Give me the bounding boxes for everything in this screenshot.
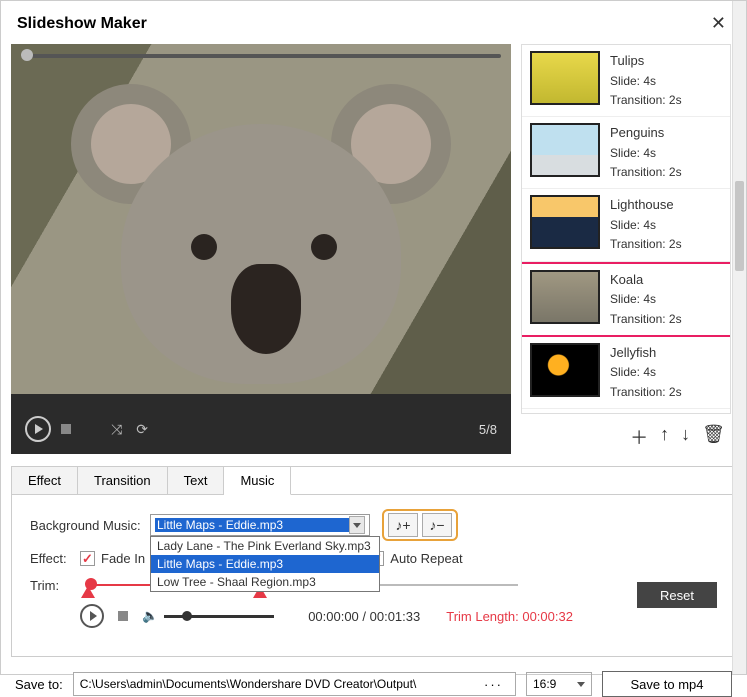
slide-thumbnail [530,51,600,105]
tab-music[interactable]: Music [224,467,291,495]
chevron-down-icon[interactable] [349,516,365,534]
slide-transition: Transition: 2s [610,163,682,182]
save-path-field[interactable]: C:\Users\admin\Documents\Wondershare DVD… [73,672,516,696]
slide-item[interactable]: LighthouseSlide: 4sTransition: 2s [522,189,730,261]
audio-time: 00:00:00 / 00:01:33 [308,609,420,624]
volume-slider[interactable] [164,615,274,618]
stop-button[interactable] [61,424,71,434]
slide-meta: TulipsSlide: 4sTransition: 2s [610,51,682,110]
preview-image [11,44,511,394]
save-to-label: Save to: [15,677,63,692]
close-icon[interactable]: ✕ [707,13,730,34]
slide-item[interactable]: JellyfishSlide: 4sTransition: 2s [522,337,730,409]
audio-stop-button[interactable] [118,611,128,621]
slide-name: Jellyfish [610,343,682,364]
trim-label: Trim: [30,578,80,593]
reset-button[interactable]: Reset [637,582,717,608]
play-button[interactable] [25,416,51,442]
move-down-icon[interactable]: ↓ [681,424,690,450]
tab-effect[interactable]: Effect [12,467,78,494]
fade-in-label: Fade In [101,551,145,566]
audio-play-button[interactable] [80,604,104,628]
window-title: Slideshow Maker [17,15,147,33]
slide-name: Tulips [610,51,682,72]
shuffle-icon[interactable]: ⤨ [111,421,122,438]
slide-meta: JellyfishSlide: 4sTransition: 2s [610,343,682,402]
slide-duration: Slide: 4s [610,144,682,163]
slide-item[interactable]: KoalaSlide: 4sTransition: 2s [522,262,730,337]
slide-meta: PenguinsSlide: 4sTransition: 2s [610,123,682,182]
move-up-icon[interactable]: ↑ [660,424,669,450]
aspect-ratio-select[interactable]: 16:9 [526,672,592,696]
slide-thumbnail [530,195,600,249]
slide-thumbnail [530,123,600,177]
preview-player: ⤨ ⟳ 5/8 [11,44,511,454]
slide-duration: Slide: 4s [610,290,682,309]
slide-duration: Slide: 4s [610,363,682,382]
dropdown-option[interactable]: Little Maps - Eddie.mp3 [151,555,379,573]
slide-item[interactable]: PenguinsSlide: 4sTransition: 2s [522,117,730,189]
progress-knob[interactable] [21,49,33,61]
dropdown-option[interactable]: Lady Lane - The Pink Everland Sky.mp3 [151,537,379,555]
progress-track[interactable] [21,54,501,58]
bg-music-selected: Little Maps - Eddie.mp3 [155,518,349,532]
slide-transition: Transition: 2s [610,91,682,110]
volume-icon[interactable]: 🔈 [142,608,158,624]
bg-music-select[interactable]: Little Maps - Eddie.mp3 Lady Lane - The … [150,514,370,536]
slide-duration: Slide: 4s [610,216,682,235]
slide-transition: Transition: 2s [610,235,682,254]
slide-counter: 5/8 [479,422,497,437]
slide-meta: LighthouseSlide: 4sTransition: 2s [610,195,682,254]
save-path-text: C:\Users\admin\Documents\Wondershare DVD… [80,677,478,691]
tab-transition[interactable]: Transition [78,467,168,494]
slide-transition: Transition: 2s [610,383,682,402]
browse-path-button[interactable]: ··· [478,677,509,692]
slide-list[interactable]: TulipsSlide: 4sTransition: 2sPenguinsSli… [521,44,731,414]
remove-music-button[interactable]: ♪− [422,513,452,537]
loop-icon[interactable]: ⟳ [136,421,148,438]
slide-item[interactable]: TulipsSlide: 4sTransition: 2s [522,45,730,117]
slide-thumbnail [530,343,600,397]
slide-name: Penguins [610,123,682,144]
effect-label: Effect: [30,551,80,566]
slide-name: Koala [610,270,682,291]
fade-in-checkbox[interactable] [80,551,95,566]
add-slide-icon[interactable]: ＋ [630,424,648,450]
add-music-button[interactable]: ♪+ [388,513,418,537]
slide-duration: Slide: 4s [610,72,682,91]
trim-length: Trim Length: 00:00:32 [446,609,573,624]
tab-text[interactable]: Text [168,467,225,494]
auto-repeat-label: Auto Repeat [390,551,462,566]
bg-music-dropdown[interactable]: Lady Lane - The Pink Everland Sky.mp3Lit… [150,536,380,592]
slide-name: Lighthouse [610,195,682,216]
dropdown-option[interactable]: Low Tree - Shaal Region.mp3 [151,573,379,591]
trim-start-handle[interactable] [81,586,95,598]
slide-thumbnail [530,270,600,324]
delete-slide-icon[interactable]: 🗑 [702,424,725,450]
slide-meta: KoalaSlide: 4sTransition: 2s [610,270,682,329]
bg-music-label: Background Music: [30,518,150,533]
slide-transition: Transition: 2s [610,310,682,329]
